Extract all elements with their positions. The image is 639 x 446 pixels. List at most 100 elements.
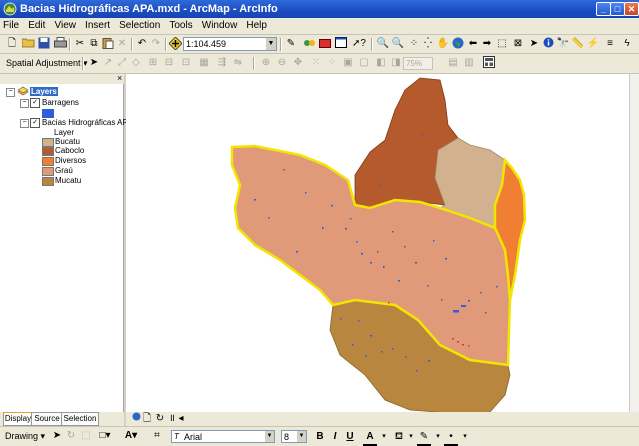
map-vertical-scrollbar[interactable] (629, 74, 639, 412)
redo-icon[interactable]: ↷ (149, 37, 163, 51)
view-link-table-icon[interactable]: ▦ (197, 56, 211, 70)
close-button[interactable]: ✕ (624, 2, 639, 16)
arcmap-app-icon[interactable] (3, 2, 17, 16)
layout-zoom-percent[interactable]: 75% (403, 57, 433, 70)
font-color-button[interactable]: A (363, 430, 377, 446)
chevron-down-icon[interactable]: ▼ (297, 431, 306, 442)
font-color-dropdown-icon[interactable]: ▾ (377, 430, 391, 444)
mucatu-symbol[interactable] (42, 177, 54, 186)
marker-color-dropdown-icon[interactable]: ▾ (458, 430, 472, 444)
undo-icon[interactable]: ↶ (135, 37, 149, 51)
line-color-pen-icon[interactable]: ✎ (417, 430, 431, 446)
chevron-down-icon[interactable]: ▼ (265, 431, 274, 442)
toggle-draft-mode-icon[interactable]: ▤ (446, 56, 460, 70)
multi-displacement-icon[interactable]: ◇ (129, 56, 143, 70)
edge-match-icon[interactable]: ⇶ (215, 56, 229, 70)
bold-button[interactable]: B (313, 430, 327, 444)
tab-source[interactable]: Source (31, 412, 63, 426)
menu-edit[interactable]: Edit (25, 18, 48, 31)
menu-view[interactable]: View (51, 18, 79, 31)
line-color-dropdown-icon[interactable]: ▾ (431, 430, 445, 444)
grau-symbol[interactable] (42, 167, 54, 176)
font-size-select[interactable]: 8 ▼ (281, 430, 307, 443)
tab-display[interactable]: Display (3, 412, 33, 426)
layout-zoom-out-icon[interactable]: ⊖ (275, 56, 289, 70)
clear-limited-area-icon[interactable]: ⊡ (179, 56, 193, 70)
layout-next-extent-icon[interactable]: ◨ (389, 56, 403, 70)
modify-link-icon[interactable]: ⤢ (115, 56, 129, 70)
menu-file[interactable]: File (0, 18, 22, 31)
save-icon[interactable] (37, 37, 51, 51)
collapse-bacias-icon[interactable]: − (20, 119, 29, 128)
layer-barragens-name[interactable]: Barragens (42, 98, 79, 107)
zoom-whole-page-icon[interactable]: ⬚ (79, 429, 93, 443)
full-extent-globe-icon[interactable] (451, 37, 465, 51)
tab-selection[interactable]: Selection (61, 412, 99, 426)
identify-icon[interactable] (541, 37, 555, 51)
edit-vertices-icon[interactable]: ⌗ (150, 429, 164, 443)
attribute-transfer-icon[interactable]: ⇋ (231, 56, 245, 70)
collapse-barragens-icon[interactable]: − (20, 99, 29, 108)
delete-icon[interactable]: ✕ (115, 37, 129, 51)
map-scale-input[interactable]: 1:104.459 ▼ (183, 37, 277, 51)
barragens-symbol[interactable] (42, 109, 54, 118)
cut-icon[interactable]: ✂ (73, 37, 87, 51)
fixed-zoom-in-icon[interactable]: ⁘ (407, 37, 421, 51)
focus-data-frame-icon[interactable]: ▥ (462, 56, 476, 70)
add-data-icon[interactable] (167, 36, 183, 51)
new-text-icon[interactable]: A▾ (124, 429, 138, 443)
pan-hand-icon[interactable]: ✋ (436, 37, 450, 51)
menu-window[interactable]: Window (199, 18, 241, 31)
diversos-symbol[interactable] (42, 157, 54, 166)
layout-zoom-in-icon[interactable]: ⊕ (259, 56, 273, 70)
rotate-icon[interactable]: ↻ (64, 429, 78, 443)
menu-help[interactable]: Help (243, 18, 270, 31)
layout-zoom-100-icon[interactable]: ▢ (357, 56, 371, 70)
rectangle-tool-icon[interactable]: □▾ (98, 429, 112, 443)
forward-extent-icon[interactable]: ➡ (480, 37, 494, 51)
maximize-button[interactable]: □ (610, 2, 625, 16)
menu-insert[interactable]: Insert (82, 18, 113, 31)
caboclo-symbol[interactable] (42, 147, 54, 156)
copy-icon[interactable]: ⧉ (87, 37, 101, 51)
underline-button[interactable]: U (343, 430, 357, 444)
fill-color-dropdown-icon[interactable]: ▾ (404, 430, 418, 444)
paste-icon[interactable] (101, 37, 115, 51)
arccatalog-icon[interactable] (302, 37, 316, 51)
drawing-menu[interactable]: Drawing ▾ (5, 431, 45, 442)
select-arrow-icon[interactable]: ➤ (87, 56, 101, 70)
fixed-zoom-out-icon[interactable]: ⁛ (421, 37, 435, 51)
layers-root-label[interactable]: Layers (30, 87, 58, 96)
new-identity-link-icon[interactable]: ⊞ (146, 56, 160, 70)
minimize-button[interactable]: _ (596, 2, 611, 16)
chevron-down-icon[interactable]: ▼ (266, 38, 276, 50)
whats-this-help-icon[interactable]: ➚? (352, 37, 366, 51)
collapse-layers-icon[interactable]: − (6, 88, 15, 97)
find-binoculars-icon[interactable]: 🔭 (556, 37, 570, 51)
menu-selection[interactable]: Selection (116, 18, 163, 31)
select-features-icon[interactable]: ⬚ (495, 37, 509, 51)
measure-icon[interactable]: 📏 (571, 37, 585, 51)
bucatu-symbol[interactable] (42, 138, 54, 147)
font-family-select[interactable]: T Arial ▼ (171, 430, 275, 443)
barragens-visibility-checkbox[interactable]: ✓ (30, 98, 40, 108)
new-document-icon[interactable]: 🗋 (5, 37, 19, 51)
clear-selection-icon[interactable]: ⊠ (511, 37, 525, 51)
select-elements-arrow-icon[interactable]: ➤ (527, 37, 541, 51)
map-display[interactable] (126, 74, 630, 416)
layout-fixed-zoom-in-icon[interactable]: ⁙ (309, 56, 323, 70)
zoom-in-icon[interactable]: 🔍 (376, 37, 390, 51)
scroll-left-icon[interactable]: ◂ (174, 412, 188, 426)
back-extent-icon[interactable]: ⬅ (466, 37, 480, 51)
layout-previous-extent-icon[interactable]: ◧ (374, 56, 388, 70)
print-icon[interactable] (53, 37, 67, 51)
bacias-visibility-checkbox[interactable]: ✓ (30, 118, 40, 128)
spatial-adjustment-menu[interactable]: Spatial Adjustment ▾ (6, 58, 88, 69)
layout-fixed-zoom-out-icon[interactable]: ⁘ (325, 56, 339, 70)
arctoolbox-icon[interactable] (318, 37, 332, 51)
layout-view-page-icon[interactable]: 🗋 (140, 412, 154, 426)
layer-bacias-name[interactable]: Bacias Hidrográficas APA (42, 118, 133, 127)
time-slider-icon[interactable]: ≡ (603, 37, 617, 51)
new-displacement-link-icon[interactable]: ↗ (101, 56, 115, 70)
toc-close-icon[interactable]: × (117, 73, 122, 83)
